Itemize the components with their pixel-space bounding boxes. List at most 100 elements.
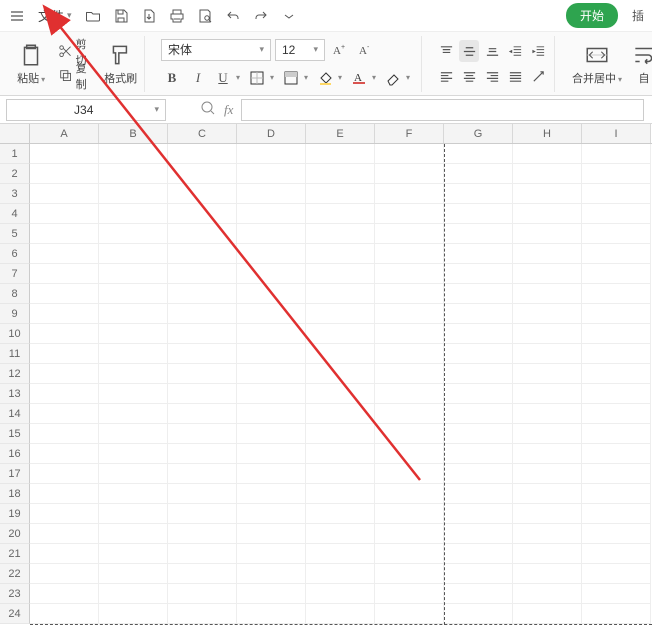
cell[interactable]	[237, 544, 306, 564]
increase-font-size-button[interactable]: A+	[329, 39, 351, 61]
font-size-combo[interactable]: 12 ▾	[275, 39, 325, 61]
cell[interactable]	[168, 284, 237, 304]
tab-start[interactable]: 开始	[566, 3, 618, 28]
cell[interactable]	[306, 184, 375, 204]
select-all-corner[interactable]	[0, 124, 30, 143]
cell[interactable]	[444, 264, 513, 284]
cell[interactable]	[306, 584, 375, 604]
cell[interactable]	[99, 184, 168, 204]
cell[interactable]	[237, 144, 306, 164]
cell[interactable]	[444, 504, 513, 524]
fill-color-button[interactable]: ▾	[315, 67, 345, 89]
tab-truncated[interactable]: 插	[632, 7, 646, 24]
underline-button[interactable]: U ▾	[213, 67, 243, 89]
cell[interactable]	[237, 244, 306, 264]
cell[interactable]	[375, 264, 444, 284]
function-wizard-icon[interactable]	[200, 100, 216, 119]
cell[interactable]	[375, 184, 444, 204]
cell[interactable]	[306, 504, 375, 524]
cell[interactable]	[237, 204, 306, 224]
cell[interactable]	[237, 604, 306, 624]
cell[interactable]	[237, 524, 306, 544]
cell[interactable]	[30, 344, 99, 364]
align-bottom-button[interactable]	[482, 40, 502, 62]
cell[interactable]	[30, 604, 99, 624]
cell[interactable]	[99, 384, 168, 404]
cell[interactable]	[513, 604, 582, 624]
cell[interactable]	[513, 424, 582, 444]
column-header[interactable]: G	[444, 124, 513, 143]
cell[interactable]	[375, 604, 444, 624]
column-header[interactable]: E	[306, 124, 375, 143]
cell[interactable]	[306, 404, 375, 424]
align-middle-button[interactable]	[459, 40, 479, 62]
cell[interactable]	[513, 364, 582, 384]
cell[interactable]	[237, 264, 306, 284]
cell[interactable]	[168, 544, 237, 564]
cell[interactable]	[375, 204, 444, 224]
column-header[interactable]: F	[375, 124, 444, 143]
cell[interactable]	[582, 204, 651, 224]
column-header[interactable]: A	[30, 124, 99, 143]
format-painter-button[interactable]: 格式刷	[103, 37, 138, 91]
cell[interactable]	[306, 204, 375, 224]
column-header[interactable]: I	[582, 124, 651, 143]
cell[interactable]	[582, 284, 651, 304]
column-header[interactable]: B	[99, 124, 168, 143]
column-header[interactable]: D	[237, 124, 306, 143]
row-header[interactable]: 13	[0, 384, 30, 404]
cell[interactable]	[306, 424, 375, 444]
cell[interactable]	[99, 484, 168, 504]
cell[interactable]	[168, 424, 237, 444]
cell[interactable]	[444, 464, 513, 484]
cell[interactable]	[375, 584, 444, 604]
cell[interactable]	[513, 324, 582, 344]
cell[interactable]	[168, 604, 237, 624]
cell[interactable]	[168, 444, 237, 464]
cell[interactable]	[582, 424, 651, 444]
row-header[interactable]: 23	[0, 584, 30, 604]
cell[interactable]	[99, 324, 168, 344]
cell[interactable]	[30, 144, 99, 164]
cell[interactable]	[582, 324, 651, 344]
cell[interactable]	[306, 524, 375, 544]
cell[interactable]	[237, 304, 306, 324]
row-header[interactable]: 24	[0, 604, 30, 624]
cell[interactable]	[168, 184, 237, 204]
cell[interactable]	[30, 264, 99, 284]
cell[interactable]	[306, 544, 375, 564]
cell[interactable]	[168, 164, 237, 184]
cell[interactable]	[99, 444, 168, 464]
cell[interactable]	[237, 364, 306, 384]
clear-format-button[interactable]: ▾	[383, 67, 413, 89]
cell[interactable]	[582, 304, 651, 324]
cell[interactable]	[513, 564, 582, 584]
qat-more-icon[interactable]	[278, 5, 300, 27]
font-color-button[interactable]: A ▾	[349, 67, 379, 89]
cell[interactable]	[168, 564, 237, 584]
cell[interactable]	[375, 544, 444, 564]
align-right-button[interactable]	[482, 65, 502, 87]
row-header[interactable]: 15	[0, 424, 30, 444]
cell[interactable]	[168, 224, 237, 244]
cell[interactable]	[375, 504, 444, 524]
row-header[interactable]: 4	[0, 204, 30, 224]
cell[interactable]	[513, 404, 582, 424]
cell[interactable]	[444, 564, 513, 584]
cell[interactable]	[375, 444, 444, 464]
cell[interactable]	[375, 324, 444, 344]
cell[interactable]	[237, 504, 306, 524]
cell[interactable]	[168, 484, 237, 504]
cell[interactable]	[375, 284, 444, 304]
cell[interactable]	[582, 364, 651, 384]
cell[interactable]	[513, 304, 582, 324]
cell[interactable]	[30, 444, 99, 464]
cell[interactable]	[375, 304, 444, 324]
cell[interactable]	[513, 264, 582, 284]
cell[interactable]	[582, 184, 651, 204]
row-header[interactable]: 8	[0, 284, 30, 304]
copy-button[interactable]: 复制	[56, 65, 97, 87]
export-icon[interactable]	[138, 5, 160, 27]
print-icon[interactable]	[166, 5, 188, 27]
cell[interactable]	[375, 464, 444, 484]
